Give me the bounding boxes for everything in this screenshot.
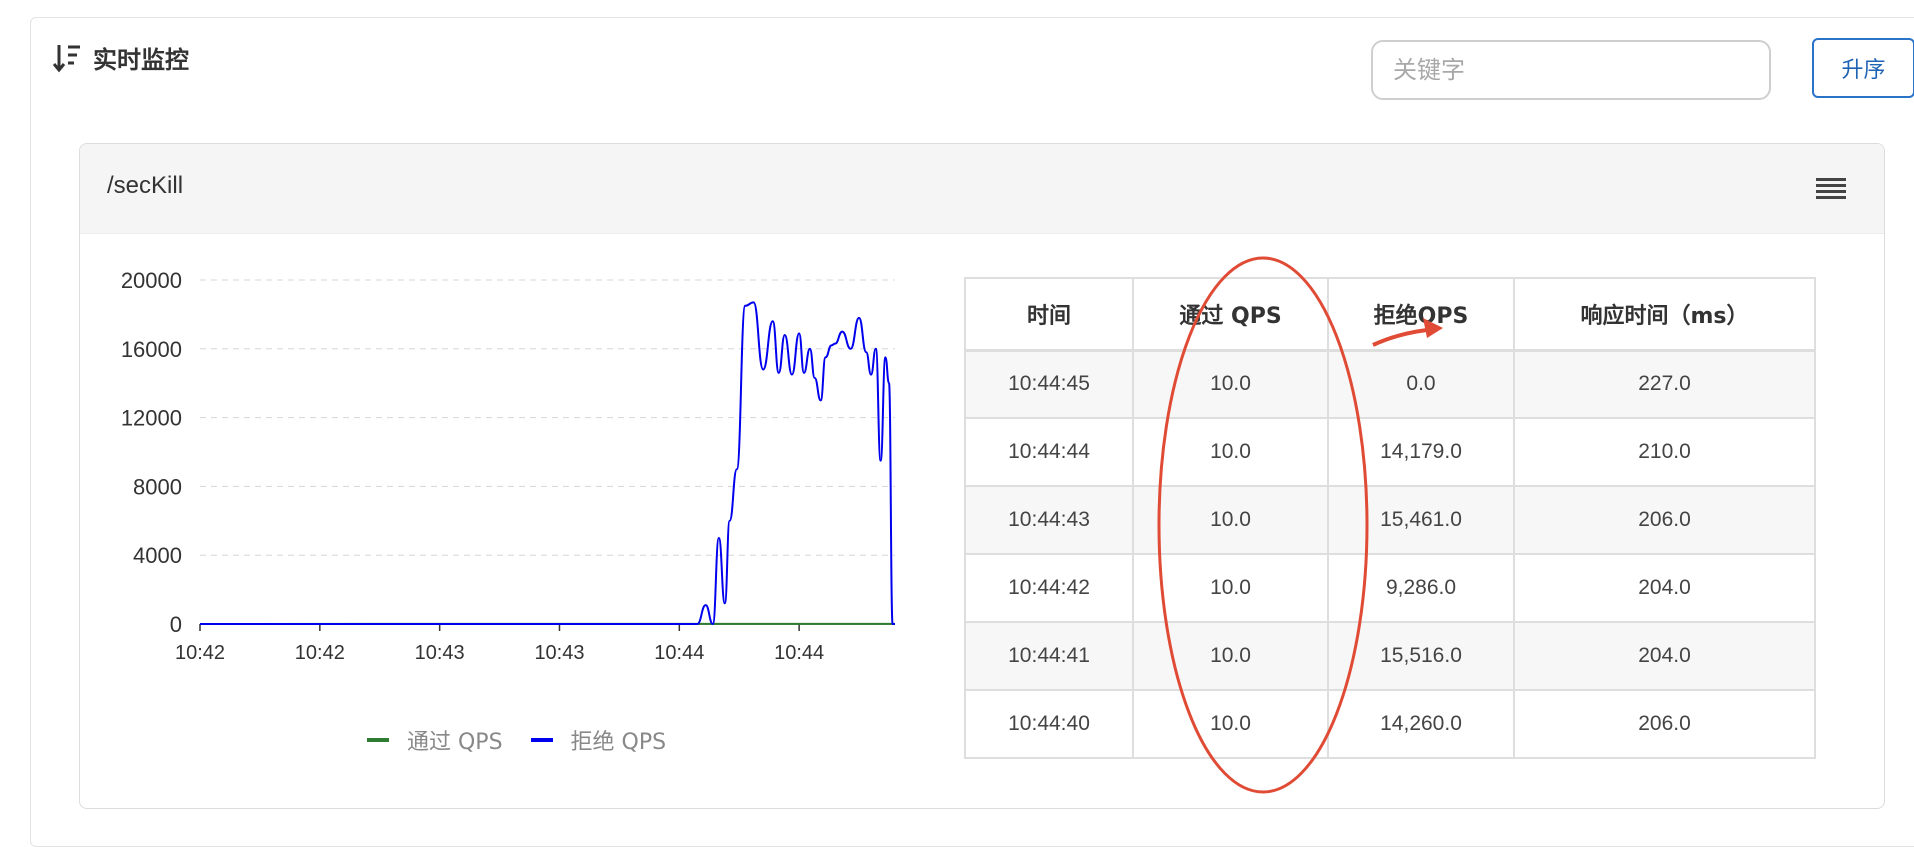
header-time: 时间	[965, 278, 1133, 350]
card-header: /secKill	[80, 144, 1884, 234]
x-tick-label: 10:42	[295, 642, 345, 664]
cell-time: 10:44:44	[965, 418, 1133, 486]
resource-name: /secKill	[107, 172, 183, 200]
y-tick-label: 20000	[121, 268, 182, 293]
cell-response-time: 227.0	[1514, 350, 1815, 418]
panel-title: 实时监控	[93, 40, 189, 75]
cell-pass-qps: 10.0	[1133, 690, 1328, 758]
legend-reject-qps[interactable]: 拒绝 QPS	[531, 724, 667, 756]
cell-pass-qps: 10.0	[1133, 418, 1328, 486]
table-row: 10:44:42 10.0 9,286.0 204.0	[965, 554, 1815, 622]
cell-reject-qps: 0.0	[1328, 350, 1514, 418]
cell-response-time: 204.0	[1514, 622, 1815, 690]
cell-time: 10:44:45	[965, 350, 1133, 418]
cell-pass-qps: 10.0	[1133, 350, 1328, 418]
ascending-sort-button[interactable]: 升序	[1812, 38, 1914, 98]
x-tick-label: 10:42	[175, 642, 225, 664]
table-header-row: 时间 通过 QPS 拒绝QPS 响应时间（ms）	[965, 278, 1815, 350]
cell-pass-qps: 10.0	[1133, 622, 1328, 690]
cell-reject-qps: 14,179.0	[1328, 418, 1514, 486]
table-row: 10:44:40 10.0 14,260.0 206.0	[965, 690, 1815, 758]
cell-response-time: 210.0	[1514, 418, 1815, 486]
y-tick-label: 0	[170, 612, 182, 637]
y-tick-label: 4000	[133, 543, 182, 568]
cell-time: 10:44:41	[965, 622, 1133, 690]
panel-heading: 实时监控	[53, 40, 189, 75]
x-tick-label: 10:44	[774, 642, 824, 664]
hamburger-menu-icon[interactable]	[1816, 176, 1846, 202]
qps-table: 时间 通过 QPS 拒绝QPS 响应时间（ms） 10:44:45 10.0 0…	[964, 277, 1816, 759]
legend-pass-qps[interactable]: 通过 QPS	[367, 724, 503, 756]
table-row: 10:44:41 10.0 15,516.0 204.0	[965, 622, 1815, 690]
y-tick-label: 16000	[121, 337, 182, 362]
qps-chart: 0 4000 8000 12000 16000 20000 10:42 10:42 10:43 1…	[80, 234, 1010, 809]
x-tick-label: 10:43	[534, 642, 584, 664]
x-tick-label: 10:44	[654, 642, 704, 664]
legend-pass-label: 通过 QPS	[407, 724, 503, 756]
cell-reject-qps: 14,260.0	[1328, 690, 1514, 758]
keyword-search-input[interactable]	[1371, 40, 1771, 100]
chart-legend: 通过 QPS 拒绝 QPS	[367, 724, 666, 756]
y-tick-label: 8000	[133, 474, 182, 499]
x-tick-label: 10:43	[415, 642, 465, 664]
table-row: 10:44:45 10.0 0.0 227.0	[965, 350, 1815, 418]
header-response-time: 响应时间（ms）	[1514, 278, 1815, 350]
legend-reject-label: 拒绝 QPS	[571, 724, 667, 756]
sort-desc-icon[interactable]	[53, 43, 81, 73]
cell-reject-qps: 9,286.0	[1328, 554, 1514, 622]
cell-reject-qps: 15,461.0	[1328, 486, 1514, 554]
cell-reject-qps: 15,516.0	[1328, 622, 1514, 690]
cell-pass-qps: 10.0	[1133, 486, 1328, 554]
header-reject-qps: 拒绝QPS	[1328, 278, 1514, 350]
table-row: 10:44:44 10.0 14,179.0 210.0	[965, 418, 1815, 486]
cell-time: 10:44:43	[965, 486, 1133, 554]
reject-qps-series-line	[200, 302, 895, 624]
qps-line-chart: 0 4000 8000 12000 16000 20000 10:42 10:42 10:43 1…	[80, 234, 1010, 714]
cell-response-time: 206.0	[1514, 486, 1815, 554]
cell-time: 10:44:40	[965, 690, 1133, 758]
cell-time: 10:44:42	[965, 554, 1133, 622]
table-row: 10:44:43 10.0 15,461.0 206.0	[965, 486, 1815, 554]
legend-pass-swatch	[367, 738, 389, 742]
header-pass-qps: 通过 QPS	[1133, 278, 1328, 350]
y-tick-label: 12000	[121, 406, 182, 431]
cell-response-time: 206.0	[1514, 690, 1815, 758]
legend-reject-swatch	[531, 738, 553, 742]
cell-pass-qps: 10.0	[1133, 554, 1328, 622]
cell-response-time: 204.0	[1514, 554, 1815, 622]
realtime-monitor-panel: 实时监控 升序 /secKill 0 4000 8000 12000 16000 2000…	[30, 17, 1914, 847]
